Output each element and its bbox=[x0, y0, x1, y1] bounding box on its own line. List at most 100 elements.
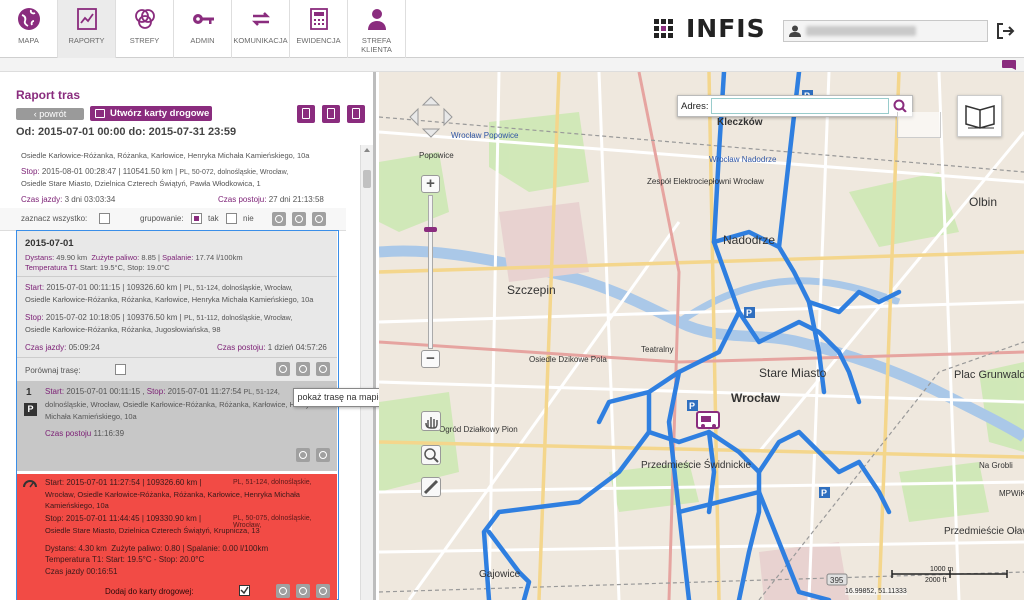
map-canvas[interactable]: P P P P 395 Kleczków Wrocław Popowice Wr… bbox=[379, 72, 1024, 600]
layer-option-panel[interactable] bbox=[897, 112, 941, 138]
pdf-icon bbox=[327, 108, 335, 119]
parking-down-button[interactable] bbox=[316, 448, 330, 462]
drive-search-button[interactable] bbox=[296, 584, 310, 598]
grouping-yes-checkbox[interactable] bbox=[191, 213, 202, 224]
nav-label: STREFY bbox=[129, 36, 160, 45]
drive-edit-button[interactable] bbox=[276, 584, 290, 598]
map-label: Teatralny bbox=[641, 345, 673, 354]
map-layers-button[interactable] bbox=[957, 95, 1002, 137]
search-icon bbox=[295, 215, 303, 223]
search-icon bbox=[299, 451, 307, 459]
nav-label: MAPA bbox=[18, 36, 39, 45]
create-cards-button[interactable]: Utwórz karty drogowe bbox=[90, 106, 212, 121]
key-icon bbox=[193, 14, 214, 24]
edit-button[interactable] bbox=[272, 212, 286, 226]
drive-stop-addr-2: Osiedle Stare Miasto, Dzielnica Czterech… bbox=[45, 526, 260, 535]
infis-logo: INFIS bbox=[654, 16, 774, 42]
map-label: MPWiK bbox=[999, 489, 1024, 498]
route-up-button[interactable] bbox=[316, 362, 330, 376]
add-to-card-checkbox[interactable] bbox=[239, 585, 250, 596]
parking-address-2: Michała Kamieńskiego, 10a bbox=[45, 412, 137, 421]
drive-time: Czas jazdy: 3 dni 03:03:34 bbox=[21, 195, 116, 204]
pencil-icon bbox=[279, 365, 287, 373]
logo-text: INFIS bbox=[686, 14, 766, 43]
day-date: 2015-07-01 bbox=[25, 238, 74, 249]
nav-item-ewidencja[interactable]: EWIDENCJA bbox=[290, 0, 348, 58]
map-label: Wrocław bbox=[731, 391, 781, 405]
report-list[interactable]: Osiedle Karłowice-Różanka, Różanka, Karł… bbox=[0, 145, 360, 600]
select-all-checkbox[interactable] bbox=[99, 213, 110, 224]
map-label: Osiedle Dzikowe Pola bbox=[529, 355, 607, 364]
vehicle-marker-icon bbox=[696, 411, 720, 429]
nav-item-raporty[interactable]: RAPORTY bbox=[58, 0, 116, 58]
export-print-button[interactable] bbox=[347, 105, 365, 123]
logout-icon[interactable] bbox=[994, 20, 1016, 42]
nav-item-admin[interactable]: ADMIN bbox=[174, 0, 232, 58]
create-cards-label: Utwórz karty drogowe bbox=[110, 108, 210, 119]
drive-entry[interactable]: Start: 2015-07-01 11:27:54 | 109326.60 k… bbox=[17, 474, 337, 600]
arrow-down-icon bbox=[319, 451, 327, 459]
message-icon[interactable] bbox=[1002, 60, 1018, 70]
zoom-out-button[interactable]: − bbox=[421, 350, 440, 368]
pan-control[interactable] bbox=[408, 95, 454, 139]
export-pdf-button[interactable] bbox=[322, 105, 340, 123]
measure-button[interactable] bbox=[421, 477, 441, 497]
day-stats: Dystans: 49.90 km Zużyte paliwo: 8.85 | … bbox=[25, 253, 243, 262]
zones-icon bbox=[135, 9, 155, 29]
map-view[interactable]: P P P P 395 Kleczków Wrocław Popowice Wr… bbox=[379, 72, 1024, 600]
address-label: Adres: bbox=[681, 101, 709, 112]
parking-badge: P bbox=[24, 403, 37, 416]
zoom-in-button[interactable]: + bbox=[421, 175, 440, 193]
up-button[interactable] bbox=[312, 212, 326, 226]
search-icon bbox=[299, 587, 307, 595]
zoom-control[interactable]: + − bbox=[421, 175, 440, 368]
drive-time: Czas jazdy 00:16:51 bbox=[45, 567, 118, 576]
zoom-slider-track[interactable] bbox=[428, 195, 433, 349]
map-label: Popowice bbox=[419, 151, 454, 160]
day-drive-time: Czas jazdy: 05:09:24 bbox=[25, 343, 100, 352]
nav-item-strefy[interactable]: STREFY bbox=[116, 0, 174, 58]
zoom-slider-knob[interactable] bbox=[424, 227, 437, 232]
day-stop-time: Czas postoju: 1 dzień 04:57:26 bbox=[217, 343, 327, 352]
map-label: Plac Grunwaldzki bbox=[954, 369, 1024, 381]
grouping-yes-label: tak bbox=[208, 214, 219, 223]
drive-start-addr: PL, 51-124, dolnośląskie, bbox=[233, 479, 312, 486]
calculator-icon bbox=[310, 8, 328, 30]
nav-item-strefa-klienta[interactable]: STREFA KLIENTA bbox=[348, 0, 406, 58]
map-label: Zespół Elektrociepłowni Wrocław bbox=[647, 177, 764, 186]
stop-address: Osiedle Stare Miasto, Dzielnica Czterech… bbox=[21, 179, 261, 188]
export-xls-button[interactable] bbox=[297, 105, 315, 123]
search-button[interactable] bbox=[292, 212, 306, 226]
controls-row: zaznacz wszystko: grupowanie: tak nie bbox=[0, 208, 346, 230]
show-route-button[interactable] bbox=[296, 362, 310, 376]
check-icon bbox=[240, 586, 249, 595]
map-label: Nadodrze bbox=[723, 233, 775, 247]
drive-down-button[interactable] bbox=[316, 584, 330, 598]
grouping-no-checkbox[interactable] bbox=[226, 213, 237, 224]
user-icon bbox=[789, 25, 801, 37]
hand-tool-button[interactable] bbox=[421, 411, 441, 431]
user-box[interactable] bbox=[783, 20, 988, 42]
map-label: Ogród Działkowy Pion bbox=[439, 425, 518, 434]
parking-search-button[interactable] bbox=[296, 448, 310, 462]
road-number: 395 bbox=[830, 576, 844, 585]
grouping-label: grupowanie: bbox=[140, 214, 184, 223]
address-input[interactable] bbox=[711, 98, 889, 114]
drive-start-addr-3: Kamieńskiego, 10a bbox=[45, 501, 109, 510]
logo-dots-icon bbox=[654, 19, 673, 38]
day-group[interactable]: 2015-07-01 Dystans: 49.90 km Zużyte pali… bbox=[16, 230, 339, 600]
route-edit-button[interactable] bbox=[276, 362, 290, 376]
nav-item-mapa[interactable]: MAPA bbox=[0, 0, 58, 58]
sub-strip bbox=[0, 58, 1024, 72]
list-scrollbar[interactable] bbox=[360, 145, 373, 600]
zoom-box-button[interactable] bbox=[421, 445, 441, 465]
card-icon bbox=[95, 109, 105, 118]
back-button[interactable]: ‹ powrót bbox=[16, 108, 84, 120]
svg-text:P: P bbox=[746, 308, 752, 318]
nav-item-komunikacja[interactable]: KOMUNIKACJA bbox=[232, 0, 290, 58]
parking-entry[interactable]: 1 P Start: 2015-07-01 00:11:15 , Stop: 2… bbox=[17, 381, 337, 471]
print-icon bbox=[352, 108, 360, 119]
sync-icon bbox=[251, 12, 271, 26]
arrow-down-icon bbox=[319, 587, 327, 595]
compare-checkbox[interactable] bbox=[115, 364, 126, 375]
